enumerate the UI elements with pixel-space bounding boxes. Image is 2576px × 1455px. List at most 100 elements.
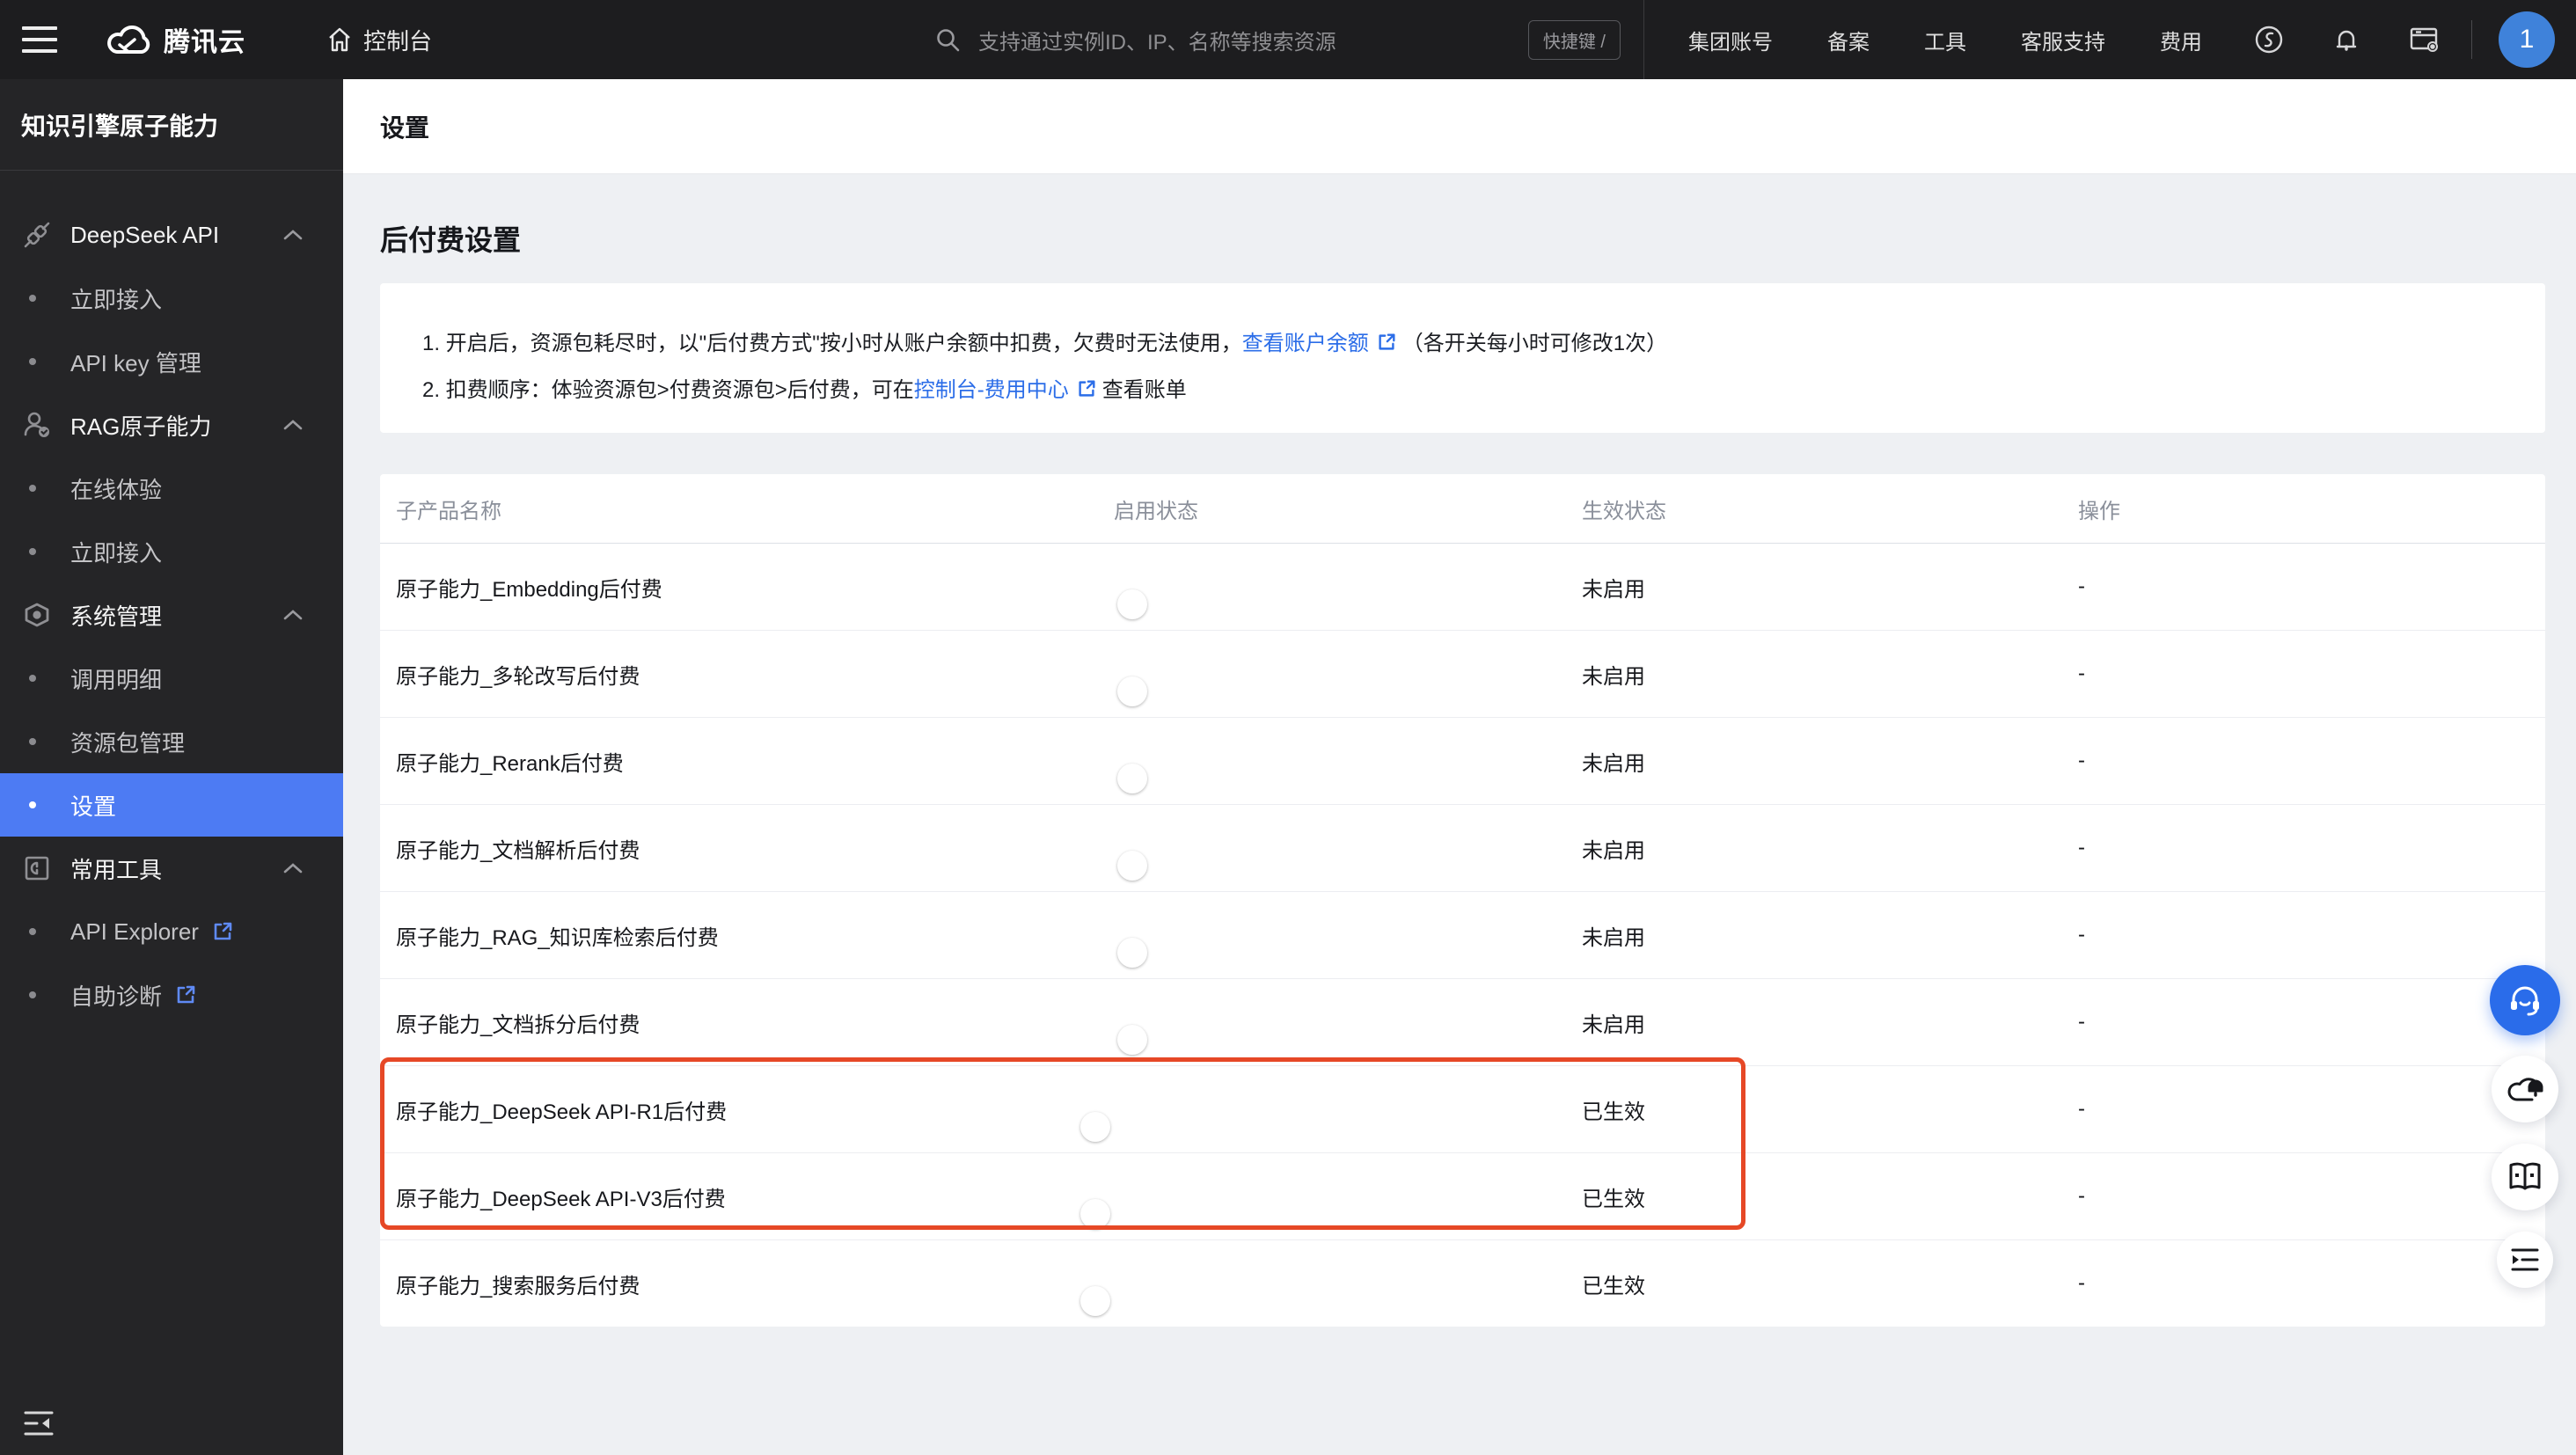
product-name: 原子能力_多轮改写后付费	[396, 664, 640, 689]
collapse-sidebar-icon	[24, 1411, 54, 1436]
status-text: 未启用	[1582, 751, 1645, 776]
open-book-icon	[2509, 1162, 2541, 1190]
sidebar-item-call-details[interactable]: 调用明细	[0, 647, 343, 710]
col-header-effective-status: 生效状态	[1582, 499, 1666, 523]
sidebar-item-quick-access-deepseek[interactable]: 立即接入	[0, 267, 343, 330]
table-row-rerank: 原子能力_Rerank后付费 未启用 -	[380, 718, 2545, 805]
user-check-icon	[22, 410, 52, 440]
chevron-up-icon	[282, 418, 304, 432]
sidebar: 知识引擎原子能力 DeepSeek API 立即接入 API key 管理 RA…	[0, 79, 343, 1455]
sidebar-menu: DeepSeek API 立即接入 API key 管理 RAG原子能力 在线体…	[0, 171, 343, 1027]
sidebar-product-title: 知识引擎原子能力	[0, 79, 343, 171]
table-row-doc-parse: 原子能力_文档解析后付费 未启用 -	[380, 805, 2545, 892]
action-cell: -	[2078, 1010, 2085, 1034]
action-cell: -	[2078, 836, 2085, 859]
table-row-deepseek-r1: 原子能力_DeepSeek API-R1后付费 已生效 -	[380, 1066, 2545, 1153]
global-search-input[interactable]: 支持通过实例ID、IP、名称等搜索资源 快捷键 /	[934, 0, 1621, 79]
console-settings-icon[interactable]	[2408, 24, 2441, 55]
cloud-alert-button[interactable]	[2492, 1056, 2558, 1122]
product-name: 原子能力_搜索服务后付费	[396, 1274, 640, 1298]
table-row-deepseek-v3: 原子能力_DeepSeek API-V3后付费 已生效 -	[380, 1153, 2545, 1240]
sidebar-section-system-management[interactable]: 系统管理	[0, 583, 343, 647]
nav-tools[interactable]: 工具	[1924, 25, 1966, 55]
bullet-icon	[29, 358, 36, 365]
bullet-icon	[29, 548, 36, 555]
product-name: 原子能力_RAG_知识库检索后付费	[396, 925, 719, 950]
hamburger-menu-button[interactable]	[0, 0, 79, 79]
nav-icp-filing[interactable]: 备案	[1827, 25, 1870, 55]
tencent-cloud-logo[interactable]: 腾讯云	[106, 20, 245, 59]
postpaid-settings-table: 子产品名称 启用状态 生效状态 操作 原子能力_Embedding后付费 未启用…	[380, 474, 2545, 1327]
table-row-rag-kb-search: 原子能力_RAG_知识库检索后付费 未启用 -	[380, 892, 2545, 979]
external-link-icon	[1076, 378, 1097, 399]
bullet-icon	[29, 738, 36, 745]
user-avatar[interactable]: 1	[2499, 11, 2555, 68]
status-text: 未启用	[1582, 1013, 1645, 1037]
hamburger-icon	[22, 26, 57, 53]
nav-support[interactable]: 客服支持	[2021, 25, 2105, 55]
external-link-icon	[1376, 332, 1397, 353]
headset-icon	[2511, 986, 2539, 1016]
action-cell: -	[2078, 749, 2085, 772]
brand-name: 腾讯云	[164, 28, 245, 57]
action-cell: -	[2078, 1184, 2085, 1208]
plug-icon	[22, 220, 52, 250]
customer-service-button[interactable]	[2490, 965, 2560, 1035]
sidebar-collapse-button[interactable]	[21, 1406, 56, 1441]
console-link[interactable]: 控制台	[326, 24, 432, 56]
sidebar-item-resource-pack-management[interactable]: 资源包管理	[0, 710, 343, 773]
bullet-icon	[29, 295, 36, 302]
nav-group-account[interactable]: 集团账号	[1688, 25, 1773, 55]
product-name: 原子能力_文档解析后付费	[396, 838, 640, 863]
page-header: 设置	[343, 79, 2576, 174]
topbar: 腾讯云 控制台 支持通过实例ID、IP、名称等搜索资源 快捷键 / 集团账号 备…	[0, 0, 2576, 79]
search-icon	[937, 29, 960, 52]
section-title: 后付费设置	[380, 224, 522, 256]
billing-notice-card: 1. 开启后，资源包耗尽时，以"后付费方式"按小时从账户余额中扣费，欠费时无法使…	[380, 283, 2545, 433]
status-text: 未启用	[1582, 577, 1645, 602]
col-header-product-name: 子产品名称	[396, 499, 501, 523]
shortcut-key-badge: 快捷键 /	[1527, 19, 1621, 60]
page-title: 设置	[380, 113, 430, 142]
product-name: 原子能力_文档拆分后付费	[396, 1013, 640, 1037]
sidebar-section-rag[interactable]: RAG原子能力	[0, 393, 343, 457]
status-text: 已生效	[1582, 1187, 1645, 1211]
indent-list-icon	[2511, 1248, 2539, 1271]
product-name: 原子能力_DeepSeek API-R1后付费	[396, 1100, 728, 1124]
sidebar-item-quick-access-rag[interactable]: 立即接入	[0, 520, 343, 583]
sidebar-item-self-diagnosis[interactable]: 自助诊断	[0, 963, 343, 1027]
product-name: 原子能力_Embedding后付费	[396, 577, 662, 602]
view-account-balance-link[interactable]: 查看账户余额	[1242, 332, 1369, 355]
product-name: 原子能力_Rerank后付费	[396, 751, 624, 776]
status-text: 已生效	[1582, 1100, 1645, 1124]
nav-billing[interactable]: 费用	[2160, 25, 2202, 55]
action-cell: -	[2078, 574, 2085, 598]
sidebar-section-deepseek-api[interactable]: DeepSeek API	[0, 203, 343, 267]
sidebar-item-api-explorer[interactable]: API Explorer	[0, 900, 343, 963]
table-header-row: 子产品名称 启用状态 生效状态 操作	[380, 474, 2545, 544]
table-row-embedding: 原子能力_Embedding后付费 未启用 -	[380, 544, 2545, 631]
search-placeholder: 支持通过实例ID、IP、名称等搜索资源	[978, 30, 1336, 55]
chevron-up-icon	[282, 608, 304, 622]
status-text: 未启用	[1582, 925, 1645, 950]
topbar-divider	[2471, 20, 2472, 59]
topbar-nav: 集团账号 备案 工具 客服支持 费用	[1688, 25, 2202, 55]
main-content: 设置 后付费设置 1. 开启后，资源包耗尽时，以"后付费方式"按小时从账户余额中…	[343, 79, 2576, 1455]
cloud-logo-icon	[107, 26, 150, 54]
bullet-icon	[29, 675, 36, 682]
feedback-list-button[interactable]	[2497, 1232, 2553, 1288]
sidebar-section-common-tools[interactable]: 常用工具	[0, 837, 343, 900]
sidebar-item-online-experience[interactable]: 在线体验	[0, 457, 343, 520]
sidebar-item-api-key-management[interactable]: API key 管理	[0, 330, 343, 393]
sidebar-item-settings[interactable]: 设置	[0, 773, 343, 837]
notification-bell-icon[interactable]	[2331, 24, 2362, 55]
notice-line-2: 2. 扣费顺序：体验资源包>付费资源包>后付费，可在控制台-费用中心 查看账单	[422, 378, 1187, 402]
billing-center-link[interactable]: 控制台-费用中心	[914, 378, 1069, 402]
bullet-icon	[29, 485, 36, 492]
voucher-icon[interactable]	[2253, 24, 2285, 55]
bullet-icon	[29, 928, 36, 935]
documentation-button[interactable]	[2492, 1144, 2558, 1210]
table-row-search-service: 原子能力_搜索服务后付费 已生效 -	[380, 1240, 2545, 1327]
table-row-multiturn-rewrite: 原子能力_多轮改写后付费 未启用 -	[380, 631, 2545, 718]
action-cell: -	[2078, 1097, 2085, 1121]
